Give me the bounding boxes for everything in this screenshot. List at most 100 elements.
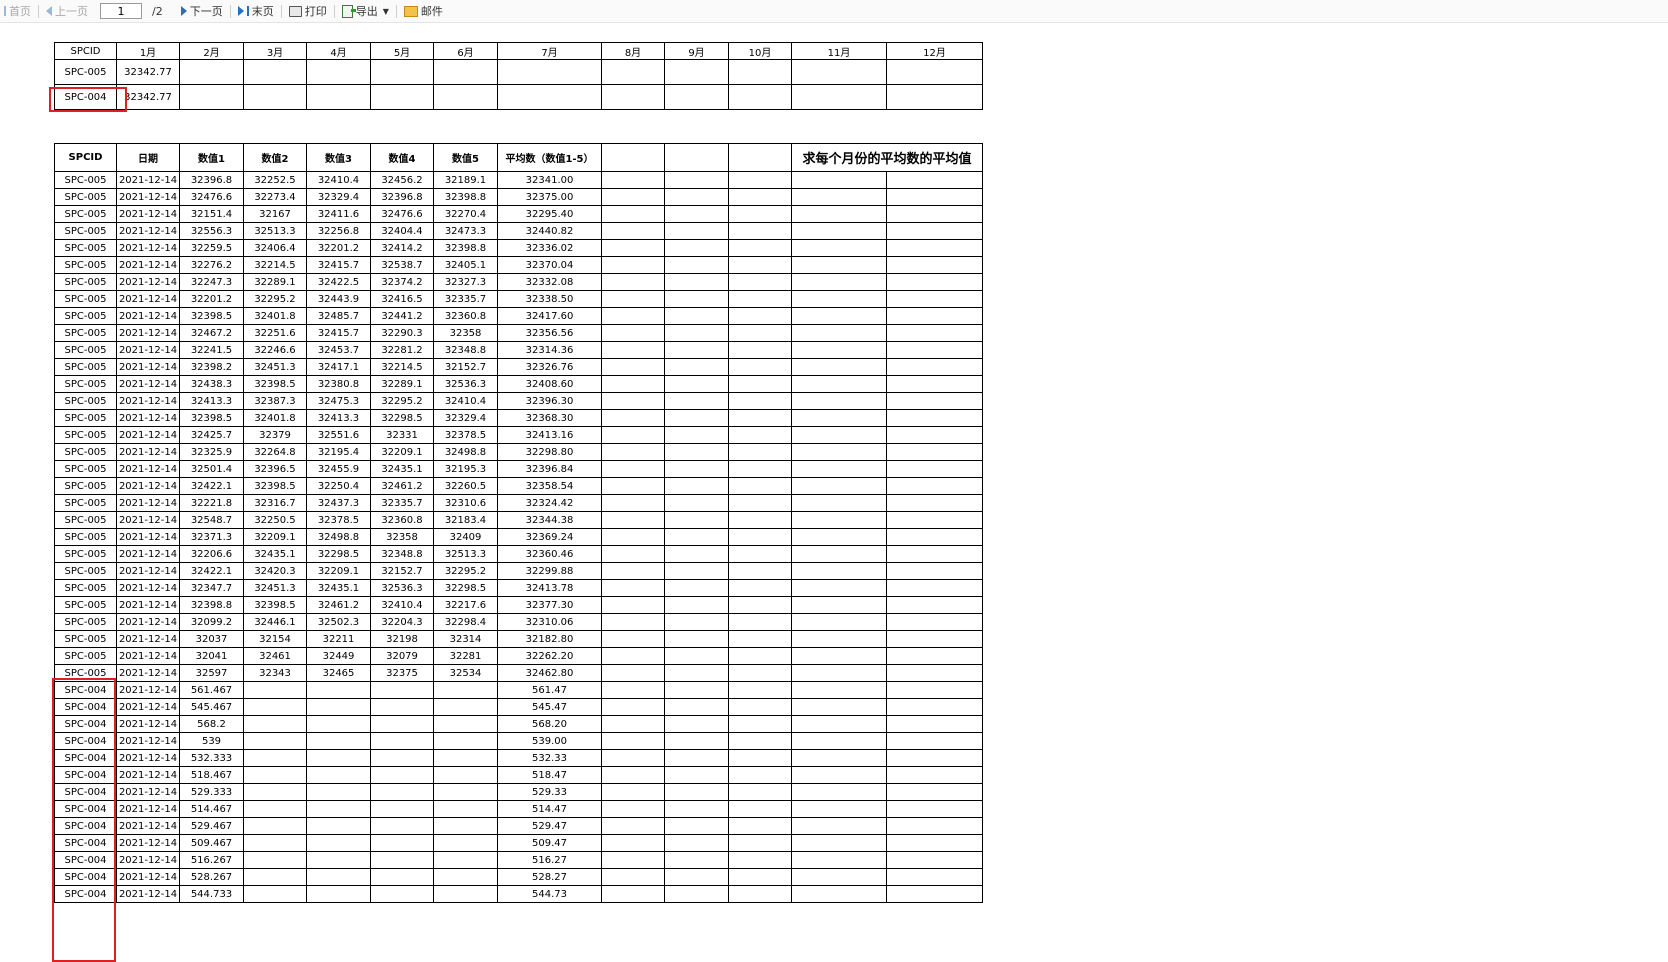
detail-row: SPC-005 2021-12-14 32422.1 32420.3 32209.1 32… [54,562,983,580]
empty-cell [601,817,665,835]
detail-cell [306,698,371,716]
detail-row: SPC-004 2021-12-14 516.267 516.27 [54,851,983,869]
detail-cell: SPC-004 [54,715,117,733]
empty-cell [886,630,983,648]
detail-cell [306,817,371,835]
detail-row: SPC-005 2021-12-14 32347.7 32451.3 32435.1 32… [54,579,983,597]
detail-cell: 32314.36 [497,341,602,359]
first-page-button[interactable]: 首页 [0,3,35,19]
detail-cell: 32465 [306,664,371,682]
detail-cell [243,681,307,699]
last-page-button[interactable]: 末页 [234,3,278,19]
empty-cell [601,358,665,376]
empty-cell [791,783,887,801]
detail-cell: 32461 [243,647,307,665]
detail-cell: 32396.30 [497,392,602,410]
detail-cell: 32189.1 [433,171,498,189]
detail-cell: 2021-12-14 [116,579,180,597]
empty-cell [791,579,887,597]
detail-cell: 32476.6 [370,205,434,223]
detail-cell: 32413.78 [497,579,602,597]
detail-cell [243,800,307,818]
detail-cell: 32377.30 [497,596,602,614]
summary-header-cell: 3月 [243,42,307,60]
empty-cell [601,562,665,580]
detail-cell: 32316.7 [243,494,307,512]
empty-cell [886,477,983,495]
detail-cell [243,851,307,869]
mail-label: 邮件 [420,5,443,18]
empty-cell [664,800,729,818]
summary-cell: SPC-004 [54,84,117,110]
export-button[interactable]: 导出 ▼ [338,3,393,19]
empty-cell [601,545,665,563]
detail-cell: 32295.40 [497,205,602,223]
toolbar-divider [229,4,231,18]
empty-cell [601,613,665,631]
empty-cell [791,630,887,648]
detail-cell: SPC-004 [54,834,117,852]
detail-cell: SPC-005 [54,511,117,529]
detail-cell: 2021-12-14 [116,392,180,410]
detail-cell: SPC-005 [54,664,117,682]
empty-cell [886,443,983,461]
detail-cell: 32396.5 [243,460,307,478]
detail-cell: 32375 [370,664,434,682]
detail-cell: 32298.5 [306,545,371,563]
detail-cell: 2021-12-14 [116,290,180,308]
detail-cell: 32455.9 [306,460,371,478]
empty-cell [791,409,887,427]
empty-cell [601,783,665,801]
mail-button[interactable]: 邮件 [400,3,447,19]
detail-cell: 32326.76 [497,358,602,376]
empty-cell [886,664,983,682]
detail-cell: SPC-005 [54,630,117,648]
detail-cell: 32378.5 [433,426,498,444]
empty-cell [664,239,729,257]
detail-cell: 2021-12-14 [116,205,180,223]
empty-cell [791,477,887,495]
page-number-input[interactable] [100,3,142,19]
prev-page-button[interactable]: 上一页 [42,3,92,19]
detail-row: SPC-004 2021-12-14 514.467 514.47 [54,800,983,818]
print-button[interactable]: 打印 [285,3,331,19]
detail-cell: 545.47 [497,698,602,716]
empty-cell [728,375,792,393]
summary-cell [306,59,371,85]
detail-cell: 32536.3 [433,375,498,393]
empty-cell [791,562,887,580]
detail-cell: SPC-005 [54,239,117,257]
empty-cell [886,851,983,869]
empty-cell [601,511,665,529]
empty-cell [664,273,729,291]
detail-cell [433,868,498,886]
detail-cell: 529.467 [179,817,244,835]
detail-cell [433,732,498,750]
empty-cell [791,460,887,478]
empty-cell [728,205,792,223]
empty-cell [728,171,792,189]
empty-cell [664,698,729,716]
detail-cell: 32295.2 [370,392,434,410]
summary-row: SPC-005 32342.77 [54,59,983,85]
summary-cell [370,84,434,110]
detail-cell: 32360.8 [370,511,434,529]
empty-cell [886,511,983,529]
detail-cell [370,681,434,699]
detail-cell [433,817,498,835]
detail-cell: 509.467 [179,834,244,852]
detail-cell: 32331 [370,426,434,444]
empty-cell [664,392,729,410]
empty-cell [601,171,665,189]
empty-cell [791,256,887,274]
summary-header-cell: 10月 [728,42,792,60]
detail-cell [306,783,371,801]
detail-cell: 32201.2 [306,239,371,257]
detail-row: SPC-005 2021-12-14 32501.4 32396.5 32455.9 32… [54,460,983,478]
empty-cell [791,664,887,682]
next-page-button[interactable]: 下一页 [177,3,227,19]
detail-cell: 2021-12-14 [116,851,180,869]
empty-cell [728,545,792,563]
summary-header-cell: 7月 [497,42,602,60]
empty-cell [664,307,729,325]
